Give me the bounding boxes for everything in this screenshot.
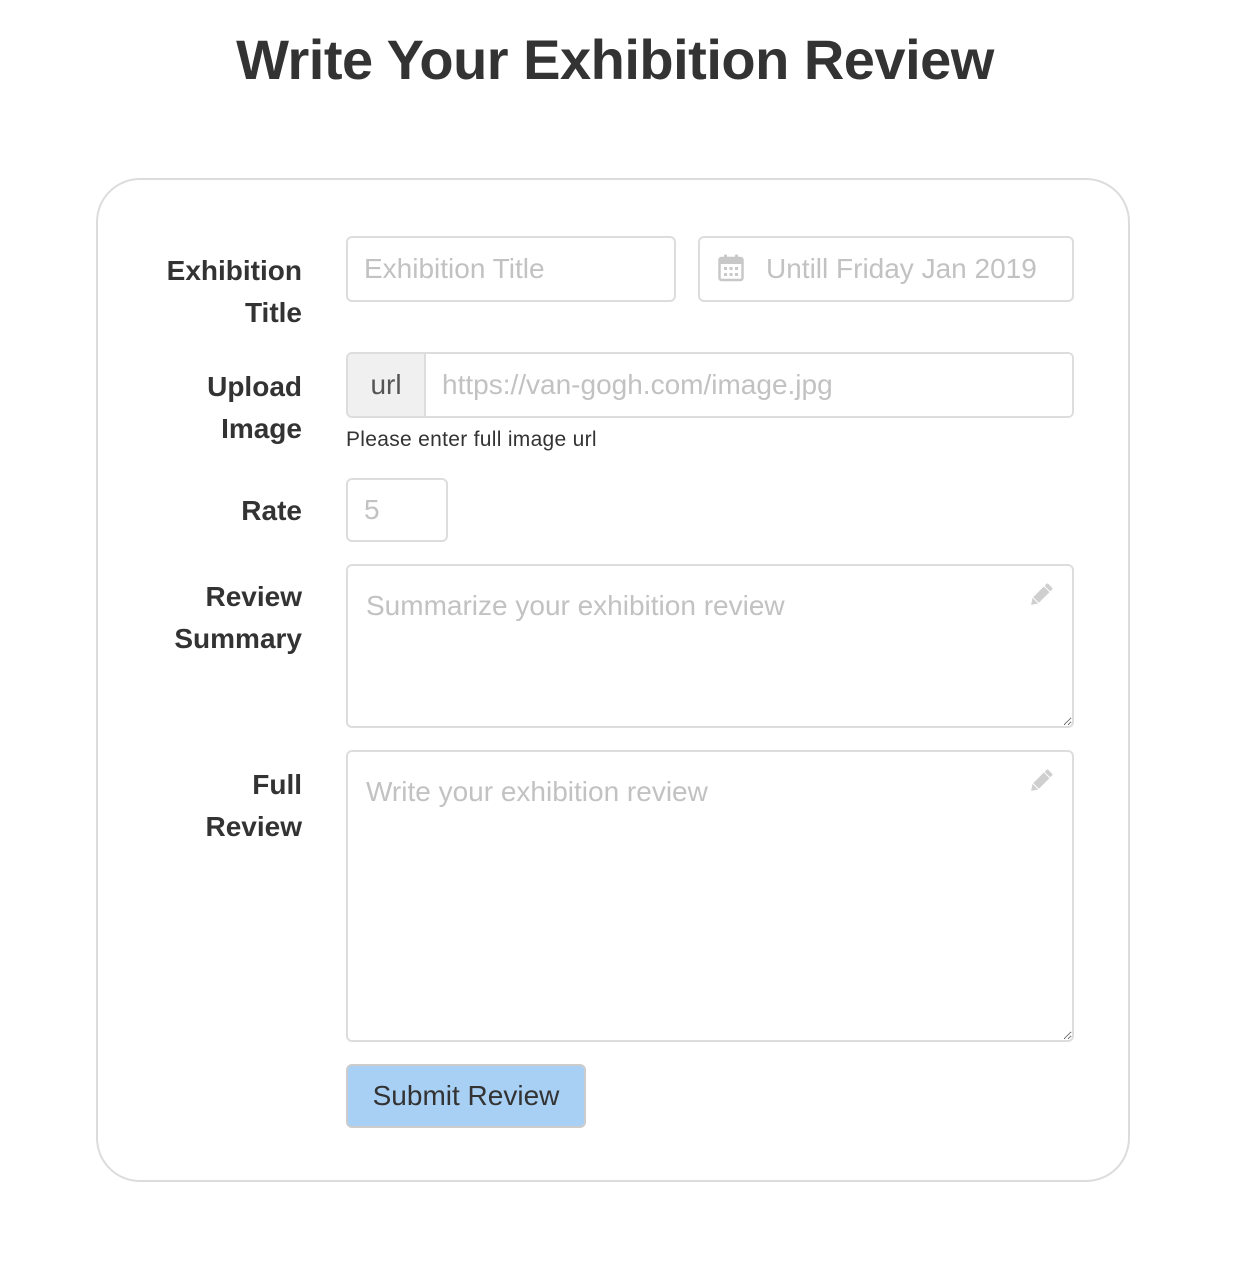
pencil-icon: [1031, 583, 1053, 605]
upload-image-label: Upload Image: [207, 371, 302, 444]
exhibition-date-input[interactable]: [698, 236, 1074, 302]
exhibition-title-input[interactable]: [346, 236, 676, 302]
exhibition-title-label: Exhibition Title: [166, 255, 302, 328]
review-summary-textarea[interactable]: [346, 564, 1074, 728]
rate-label: Rate: [241, 495, 302, 526]
image-url-input[interactable]: [426, 354, 1072, 416]
image-url-help-text: Please enter full image url: [346, 428, 597, 451]
review-summary-label: Review Summary: [174, 581, 302, 654]
page-title: Write Your Exhibition Review: [236, 28, 994, 91]
submit-review-button[interactable]: Submit Review: [346, 1064, 586, 1128]
calendar-icon: [718, 254, 744, 282]
rate-input[interactable]: [346, 478, 448, 542]
full-review-textarea[interactable]: [346, 750, 1074, 1042]
url-addon: url: [348, 354, 426, 416]
image-url-group: url: [346, 352, 1074, 418]
pencil-icon: [1031, 769, 1053, 791]
full-review-label: Full Review: [205, 769, 303, 842]
